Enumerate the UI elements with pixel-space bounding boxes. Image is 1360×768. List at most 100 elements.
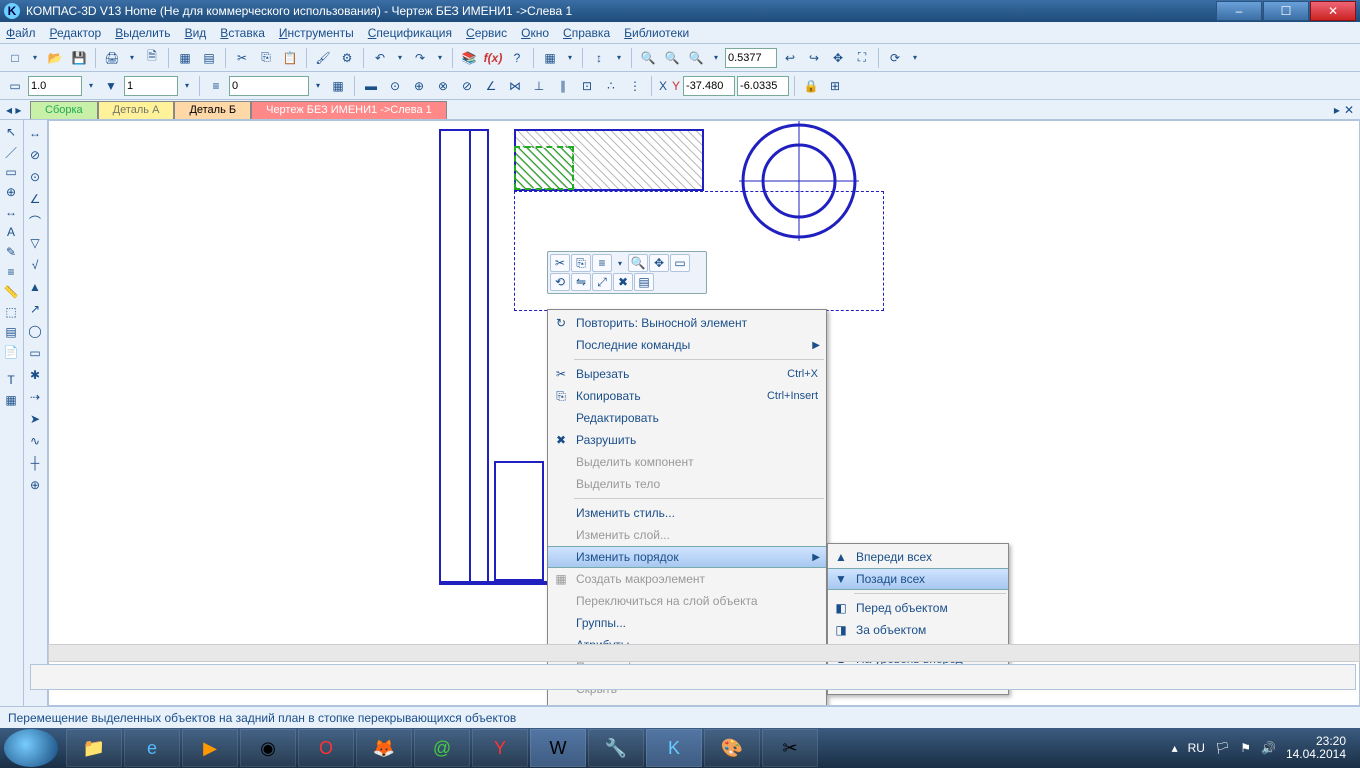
view-arrow-icon[interactable]: ➤ <box>24 408 46 430</box>
center-icon[interactable]: ⊕ <box>24 474 46 496</box>
maximize-button[interactable]: ☐ <box>1263 1 1309 21</box>
fb-scl-icon[interactable]: ⤢ <box>592 273 612 291</box>
task-explorer-icon[interactable]: 📁 <box>66 729 122 767</box>
task-chrome-icon[interactable]: ◉ <box>240 729 296 767</box>
property-panel[interactable] <box>30 664 1356 690</box>
task-opera-icon[interactable]: O <box>298 729 354 767</box>
doc-tab[interactable]: Деталь А <box>98 101 175 119</box>
measure-icon[interactable]: 📏 <box>0 282 22 302</box>
ortho-icon[interactable]: ↕ <box>588 47 610 69</box>
refresh-icon[interactable]: ⟳ <box>884 47 906 69</box>
fb-copy-icon[interactable]: ⎘ <box>571 254 591 272</box>
tray-more-icon[interactable]: ▴ <box>1172 741 1178 755</box>
leader-icon[interactable]: ↗ <box>24 298 46 320</box>
menu-item[interactable]: Последние команды▶ <box>548 334 826 356</box>
zoom-next-icon[interactable]: ↪ <box>803 47 825 69</box>
doc-tab[interactable]: Чертеж БЕЗ ИМЕНИ1 ->Слева 1 <box>251 101 447 119</box>
zoom-dyn-icon[interactable]: 🔍 <box>685 47 707 69</box>
copy-icon[interactable]: ⎘ <box>255 47 277 69</box>
fb-zoom-icon[interactable]: 🔍 <box>628 254 648 272</box>
coord-x-input[interactable] <box>683 76 735 96</box>
menu-Файл[interactable]: Файл <box>6 26 36 40</box>
cut-line-icon[interactable]: ⇢ <box>24 386 46 408</box>
new-icon[interactable]: □ <box>4 47 26 69</box>
ht-icon[interactable]: ▽ <box>24 232 46 254</box>
zoom-in-icon[interactable]: 🔍 <box>637 47 659 69</box>
zoom-prev-icon[interactable]: ↩ <box>779 47 801 69</box>
tol-icon[interactable]: ▭ <box>24 342 46 364</box>
menu-item[interactable]: ⎘КопироватьCtrl+Insert <box>548 385 826 407</box>
wave-icon[interactable]: ∿ <box>24 430 46 452</box>
menu-item[interactable]: ✖Разрушить <box>548 429 826 451</box>
menu-item[interactable]: ◨За объектом <box>828 619 1008 641</box>
vars-icon[interactable]: f(x) <box>482 47 504 69</box>
cursor-icon[interactable]: ↖ <box>0 122 22 142</box>
step-input[interactable] <box>124 76 178 96</box>
task-paint-icon[interactable]: 🎨 <box>704 729 760 767</box>
tray-action-icon[interactable]: ⚑ <box>1240 741 1251 755</box>
select-icon[interactable]: ⬚ <box>0 302 22 322</box>
grid2-icon[interactable]: ▦ <box>539 47 561 69</box>
seg-icon[interactable]: ↔ <box>24 122 46 144</box>
menu-Библиотеки[interactable]: Библиотеки <box>624 26 689 40</box>
open-icon[interactable]: 📂 <box>44 47 66 69</box>
menu-Вид[interactable]: Вид <box>185 26 207 40</box>
task-ie-icon[interactable]: e <box>124 729 180 767</box>
lib-icon[interactable]: 📚 <box>458 47 480 69</box>
menu-Справка[interactable]: Справка <box>563 26 610 40</box>
paste-icon[interactable]: 📋 <box>279 47 301 69</box>
menu-item[interactable]: ✂ВырезатьCtrl+X <box>548 363 826 385</box>
fb-style-icon[interactable]: ≡ <box>592 254 612 272</box>
menu-item[interactable]: Изменить порядок▶ <box>548 546 826 568</box>
snap4-icon[interactable]: ⊘ <box>456 75 478 97</box>
close-button[interactable]: ✕ <box>1310 1 1356 21</box>
task-media-icon[interactable]: ▶ <box>182 729 238 767</box>
menu-item[interactable]: ↻Повторить: Выносной элемент <box>548 312 826 334</box>
layer-input[interactable] <box>229 76 309 96</box>
style-icon[interactable]: ▬ <box>360 75 382 97</box>
minimize-button[interactable]: – <box>1216 1 1262 21</box>
task-snip-icon[interactable]: ✂ <box>762 729 818 767</box>
grid-icon[interactable]: ▦ <box>174 47 196 69</box>
sheet-icon[interactable]: ▤ <box>198 47 220 69</box>
misc-icon[interactable]: ⊞ <box>824 75 846 97</box>
zoom-input[interactable] <box>725 48 777 68</box>
axis-icon[interactable]: ┼ <box>24 452 46 474</box>
undo-icon[interactable]: ↶ <box>369 47 391 69</box>
snap7-icon[interactable]: ⊥ <box>528 75 550 97</box>
ang-icon[interactable]: ∠ <box>24 188 46 210</box>
redo-icon[interactable]: ↷ <box>409 47 431 69</box>
menu-Сервис[interactable]: Сервис <box>466 26 507 40</box>
menu-Окно[interactable]: Окно <box>521 26 549 40</box>
fb-move-icon[interactable]: ✥ <box>649 254 669 272</box>
task-mail-icon[interactable]: @ <box>414 729 470 767</box>
step-icon[interactable]: ▼ <box>100 75 122 97</box>
report-icon[interactable]: 📄 <box>0 342 22 362</box>
arc-icon[interactable]: ⌒ <box>24 210 46 232</box>
mark-icon[interactable]: ✱ <box>24 364 46 386</box>
rad-icon[interactable]: ⊙ <box>24 166 46 188</box>
snap5-icon[interactable]: ∠ <box>480 75 502 97</box>
tray-lang[interactable]: RU <box>1188 741 1205 755</box>
menu-item[interactable]: Группы... <box>548 612 826 634</box>
edit-icon[interactable]: ✎ <box>0 242 22 262</box>
tab-close-icon[interactable]: ✕ <box>1344 103 1354 117</box>
snap6-icon[interactable]: ⋈ <box>504 75 526 97</box>
pos-icon[interactable]: ◯ <box>24 320 46 342</box>
scale-icon[interactable]: ▭ <box>4 75 26 97</box>
menu-Вставка[interactable]: Вставка <box>220 26 265 40</box>
start-button[interactable] <box>4 729 58 767</box>
fb-cut-icon[interactable]: ✂ <box>550 254 570 272</box>
base-icon[interactable]: ▲ <box>24 276 46 298</box>
task-app1-icon[interactable]: 🔧 <box>588 729 644 767</box>
shapes-icon[interactable]: ▭ <box>0 162 22 182</box>
task-yandex-icon[interactable]: Y <box>472 729 528 767</box>
task-kompas-icon[interactable]: K <box>646 729 702 767</box>
pan-icon[interactable]: ✥ <box>827 47 849 69</box>
diam-icon[interactable]: ⊘ <box>24 144 46 166</box>
menu-item[interactable]: ◧Перед объектом <box>828 597 1008 619</box>
fb-del-icon[interactable]: ✖ <box>613 273 633 291</box>
rough-icon[interactable]: √ <box>24 254 46 276</box>
menu-item[interactable]: Редактировать <box>548 407 826 429</box>
help-icon[interactable]: ? <box>506 47 528 69</box>
